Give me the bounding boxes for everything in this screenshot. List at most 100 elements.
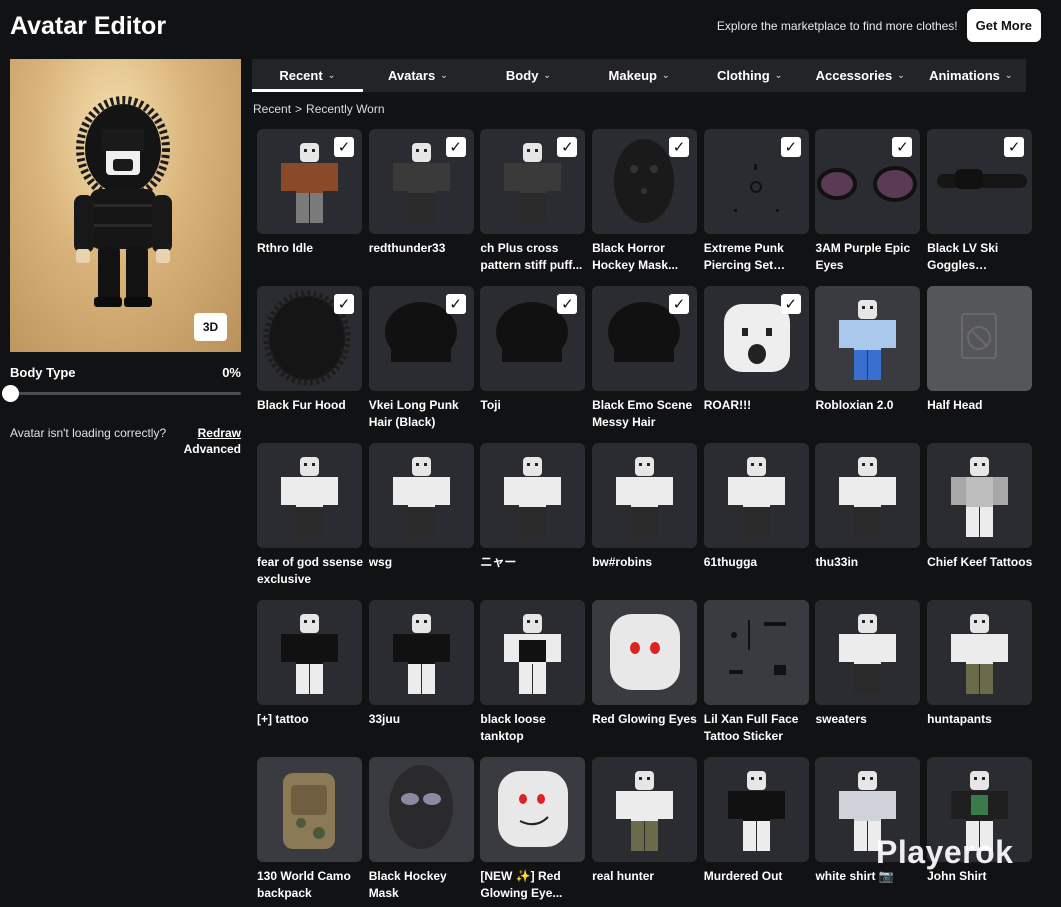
item-name: ニャー: [480, 555, 517, 569]
item-card[interactable]: thu33in: [815, 443, 921, 600]
item-card[interactable]: 61thugga: [703, 443, 809, 600]
item-card[interactable]: 130 World Camo backpack: [257, 757, 362, 907]
checkmark-icon[interactable]: ✓: [780, 137, 801, 157]
chevron-down-icon: ⌄: [1004, 70, 1013, 80]
tab-clothing[interactable]: Clothing ⌄: [694, 59, 805, 92]
item-card[interactable]: Half Head: [927, 286, 1033, 443]
item-card[interactable]: black loose tanktop: [480, 600, 586, 757]
item-card[interactable]: John Shirt: [927, 757, 1033, 907]
item-card[interactable]: ✓ Black Emo Scene Messy Hair: [592, 286, 698, 443]
hair-icon: ✓: [592, 286, 698, 391]
tab-avatars[interactable]: Avatars ⌄: [363, 59, 474, 92]
checkmark-icon[interactable]: ✓: [334, 137, 354, 157]
watermark: Playerok: [876, 834, 1014, 870]
item-card[interactable]: real hunter: [592, 757, 698, 907]
item-card[interactable]: ✓ Black Horror Hockey Mask...: [592, 129, 698, 286]
tab-makeup[interactable]: Makeup ⌄: [584, 59, 695, 92]
checkmark-icon[interactable]: ✓: [669, 294, 690, 314]
purple-eyes-icon: ✓: [815, 129, 921, 234]
body-type-slider[interactable]: [2, 385, 241, 402]
item-name: 130 World Camo backpack: [257, 869, 351, 900]
item-card[interactable]: ✓ 3AM Purple Epic Eyes: [815, 129, 921, 286]
item-name: Black Horror Hockey Mask...: [592, 241, 679, 272]
item-name: Chief Keef Tattoos: [927, 555, 1033, 569]
checkmark-icon[interactable]: ✓: [557, 137, 578, 157]
body-type-slider-thumb[interactable]: [2, 385, 19, 402]
checkmark-icon[interactable]: ✓: [557, 294, 578, 314]
item-card[interactable]: Lil Xan Full Face Tattoo Sticker: [703, 600, 809, 757]
item-name: Rthro Idle: [257, 241, 313, 255]
item-card[interactable]: ✓ Vkei Long Punk Hair (Black): [368, 286, 474, 443]
item-card[interactable]: ✓ Extreme Punk Piercing Set (Black): [703, 129, 809, 286]
item-grid: ✓ Rthro Idle ✓ redthunder33 ✓ ch Plus cross…: [257, 129, 1033, 907]
item-card[interactable]: sweaters: [815, 600, 921, 757]
loading-help: Avatar isn't loading correctly? Redraw A…: [10, 426, 241, 456]
figure-white-pants-icon: [368, 443, 474, 548]
checkmark-icon[interactable]: ✓: [334, 294, 354, 314]
item-card[interactable]: fear of god ssense exclusive: [257, 443, 363, 600]
item-card[interactable]: Chief Keef Tattoos: [927, 443, 1032, 600]
item-name: [+] tattoo: [257, 712, 309, 726]
checkmark-icon[interactable]: ✓: [1004, 137, 1025, 157]
tab-label: Makeup: [608, 68, 657, 83]
category-tabs: Recent ⌄ Avatars ⌄ Body ⌄ Makeup ⌄ Clothing ⌄ Acce…: [252, 59, 1026, 92]
checkmark-icon[interactable]: ✓: [669, 137, 690, 157]
chevron-down-icon: ⌄: [543, 70, 551, 80]
breadcrumb-root[interactable]: Recent: [253, 102, 291, 116]
item-name: Extreme Punk Piercing Set (Black): [703, 241, 784, 272]
item-card[interactable]: Black Hockey Mask: [368, 757, 474, 907]
item-card[interactable]: [NEW ✨] Red Glowing Eye...: [480, 757, 586, 907]
tab-label: Recent: [279, 68, 323, 83]
item-card[interactable]: [+] tattoo: [257, 600, 362, 757]
item-card[interactable]: Murdered Out: [703, 757, 809, 907]
figure-white-pants-icon: [815, 600, 921, 705]
hockey-mask-black-icon: [368, 757, 474, 862]
checkmark-icon[interactable]: ✓: [780, 294, 801, 314]
item-name: Black Hockey Mask: [368, 869, 447, 900]
piercings-icon: ✓: [703, 129, 809, 234]
item-card[interactable]: ✓ Black LV Ski Goggles Headband: [927, 129, 1033, 286]
item-card[interactable]: Robloxian 2.0: [815, 286, 921, 443]
get-more-button[interactable]: Get More: [966, 9, 1041, 42]
item-name: 3AM Purple Epic Eyes: [815, 241, 911, 272]
item-card[interactable]: bw#robins: [592, 443, 698, 600]
item-card[interactable]: ✓ Toji: [480, 286, 586, 443]
figure-camo-pants-icon: [592, 757, 698, 862]
item-name: Lil Xan Full Face Tattoo Sticker: [703, 712, 799, 743]
item-card[interactable]: Red Glowing Eyes: [592, 600, 698, 757]
item-name: redthunder33: [368, 241, 446, 255]
item-name: [NEW ✨] Red Glowing Eye...: [480, 869, 563, 900]
item-card[interactable]: ✓ Rthro Idle: [257, 129, 362, 286]
item-card[interactable]: ✓ ch Plus cross pattern stiff puff...: [480, 129, 586, 286]
advanced-link[interactable]: Advanced: [184, 442, 241, 456]
loading-text: Avatar isn't loading correctly?: [10, 426, 167, 440]
item-card[interactable]: ✓ redthunder33: [368, 129, 474, 286]
avatar-preview[interactable]: 3D: [10, 59, 241, 352]
chevron-down-icon: ⌄: [774, 70, 783, 80]
tab-label: Avatars: [387, 68, 436, 83]
unavailable-icon: [927, 286, 1033, 391]
item-card[interactable]: wsg: [368, 443, 474, 600]
item-card[interactable]: 33juu: [368, 600, 474, 757]
figure-white-pants-icon: [815, 443, 921, 548]
toggle-3d-button[interactable]: 3D: [194, 313, 227, 341]
figure-white-pants-icon: [480, 443, 586, 548]
checkmark-icon[interactable]: ✓: [445, 294, 466, 314]
item-card[interactable]: ✓ Black Fur Hood: [257, 286, 362, 443]
tab-recent[interactable]: Recent ⌄: [252, 59, 363, 92]
item-card[interactable]: ✓ ROAR!!!: [703, 286, 809, 443]
checkmark-icon[interactable]: ✓: [445, 137, 466, 157]
robloxian-icon: [815, 286, 921, 391]
item-card[interactable]: huntapants: [927, 600, 1033, 757]
item-card[interactable]: white shirt 📷: [815, 757, 921, 907]
checkmark-icon[interactable]: ✓: [892, 137, 913, 157]
item-name: 61thugga: [703, 555, 758, 569]
item-name: huntapants: [927, 712, 992, 726]
tab-body[interactable]: Body ⌄: [473, 59, 584, 92]
item-card[interactable]: ニャー: [480, 443, 586, 600]
tab-accessories[interactable]: Accessories ⌄: [805, 59, 916, 92]
item-name: black loose tanktop: [480, 712, 546, 743]
item-name: sweaters: [815, 712, 867, 726]
tab-animations[interactable]: Animations ⌄: [915, 59, 1026, 92]
redraw-link[interactable]: Redraw: [198, 426, 241, 440]
